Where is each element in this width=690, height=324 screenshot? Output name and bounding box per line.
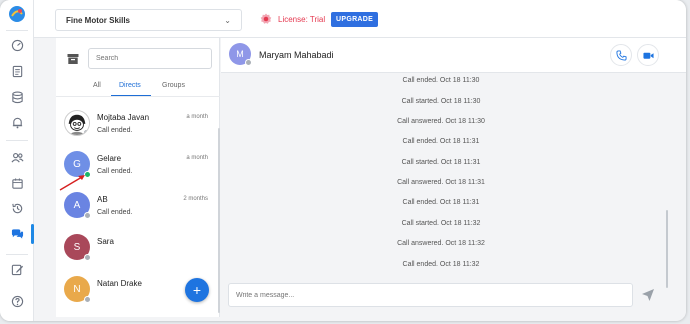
- conversation-name: Mojtaba Javan: [97, 113, 150, 122]
- sidebar-divider: [6, 254, 28, 255]
- voice-call-button[interactable]: [610, 44, 632, 66]
- conversation-item[interactable]: Mojtaba Javan a month Call ended.: [56, 110, 216, 150]
- tabs-divider: [56, 96, 220, 97]
- conversation-name: Gelare: [97, 154, 122, 163]
- avatar: A: [64, 192, 91, 219]
- contact-avatar[interactable]: M: [229, 43, 252, 66]
- edit-icon[interactable]: [9, 261, 25, 277]
- list-scrollbar[interactable]: [218, 128, 220, 313]
- course-select[interactable]: Fine Motor Skills ⌄: [55, 9, 242, 31]
- contact-name: Maryam Mahabadi: [259, 50, 334, 60]
- conversation-last-message: Call ended.: [97, 209, 133, 216]
- dashboard-icon[interactable]: [9, 37, 25, 53]
- archive-icon[interactable]: [67, 53, 79, 65]
- conversation-name: Sara: [97, 237, 114, 246]
- system-message: Call started. Oct 18 11:30: [401, 98, 481, 105]
- conversation-time: 2 months: [183, 196, 208, 202]
- chat-header: M Maryam Mahabadi: [221, 38, 686, 73]
- chat-scrollbar[interactable]: [666, 210, 668, 288]
- system-message: Call answered. Oct 18 11:30: [397, 118, 485, 125]
- search-input[interactable]: [88, 48, 212, 69]
- conversation-tabs: All Directs Groups: [56, 82, 220, 97]
- system-message: Call started. Oct 18 11:32: [401, 220, 481, 227]
- message-input[interactable]: [228, 283, 633, 307]
- history-icon[interactable]: [9, 200, 25, 216]
- course-select-label: Fine Motor Skills: [66, 15, 131, 25]
- users-icon[interactable]: [9, 149, 25, 165]
- system-message: Call ended. Oct 18 11:31: [402, 138, 480, 145]
- avatar-initial: S: [73, 241, 81, 253]
- annotation-arrow-icon: [59, 175, 85, 191]
- upgrade-button[interactable]: UPGRADE: [331, 12, 379, 27]
- avatar: S: [64, 234, 91, 261]
- database-icon[interactable]: [9, 89, 25, 105]
- conversation-item[interactable]: A AB 2 months Call ended.: [56, 192, 216, 232]
- plus-icon: +: [192, 282, 202, 298]
- help-icon[interactable]: [9, 293, 25, 309]
- conversation-name: Natan Drake: [97, 279, 142, 288]
- avatar-initial: M: [236, 49, 244, 59]
- active-nav-indicator: [31, 224, 34, 244]
- chat-icon[interactable]: [9, 226, 25, 242]
- tab-directs[interactable]: Directs: [119, 82, 141, 89]
- status-dot: [84, 212, 91, 219]
- system-message: Call started. Oct 18 11:31: [401, 159, 481, 166]
- conversation-name: AB: [97, 195, 108, 204]
- conversation-item[interactable]: S Sara: [56, 234, 216, 274]
- conversation-time: a month: [186, 155, 208, 161]
- license-badge-icon: [260, 13, 272, 24]
- avatar-initial: N: [73, 283, 81, 295]
- app-window: Fine Motor Skills ⌄ License: Trial UPGRA…: [0, 0, 686, 321]
- license-text: License: Trial: [278, 14, 326, 24]
- conversation-last-message: Call ended.: [97, 127, 133, 134]
- status-dot: [245, 59, 252, 66]
- send-button[interactable]: [641, 288, 655, 302]
- phone-icon: [615, 49, 627, 61]
- system-message: Call answered. Oct 18 11:32: [397, 240, 485, 247]
- video-call-button[interactable]: [637, 44, 659, 66]
- status-dot: [84, 296, 91, 303]
- avatar-initial: G: [73, 158, 81, 170]
- calendar-icon[interactable]: [9, 175, 25, 191]
- system-message: Call answered. Oct 18 11:31: [397, 179, 485, 186]
- status-dot: [83, 129, 89, 135]
- send-icon: [642, 289, 654, 301]
- video-camera-icon: [642, 52, 654, 59]
- avatar-initial: A: [73, 199, 81, 211]
- sidebar: [0, 0, 34, 321]
- document-icon[interactable]: [9, 63, 25, 79]
- new-conversation-button[interactable]: +: [185, 278, 209, 302]
- system-message: Call ended. Oct 18 11:32: [402, 261, 480, 268]
- conversation-last-message: Call ended.: [97, 168, 133, 175]
- chevron-down-icon: ⌄: [224, 15, 231, 25]
- top-bar: Fine Motor Skills ⌄ License: Trial UPGRA…: [34, 0, 686, 38]
- status-dot: [84, 254, 91, 261]
- tab-groups[interactable]: Groups: [162, 82, 185, 89]
- license-status: License: Trial: [260, 13, 325, 25]
- logo-icon: [8, 5, 26, 23]
- system-message: Call ended. Oct 18 11:30: [402, 77, 480, 84]
- sidebar-divider: [6, 140, 28, 141]
- avatar: [64, 110, 90, 136]
- conversation-time: a month: [186, 114, 208, 120]
- system-message: Call ended. Oct 18 11:31: [402, 199, 480, 206]
- tab-all[interactable]: All: [93, 82, 101, 89]
- chat-panel: M Maryam Mahabadi Call ended. Oct 18 11:…: [221, 38, 686, 317]
- avatar: N: [64, 276, 91, 303]
- sidebar-divider: [6, 30, 28, 31]
- bell-icon[interactable]: [9, 114, 25, 130]
